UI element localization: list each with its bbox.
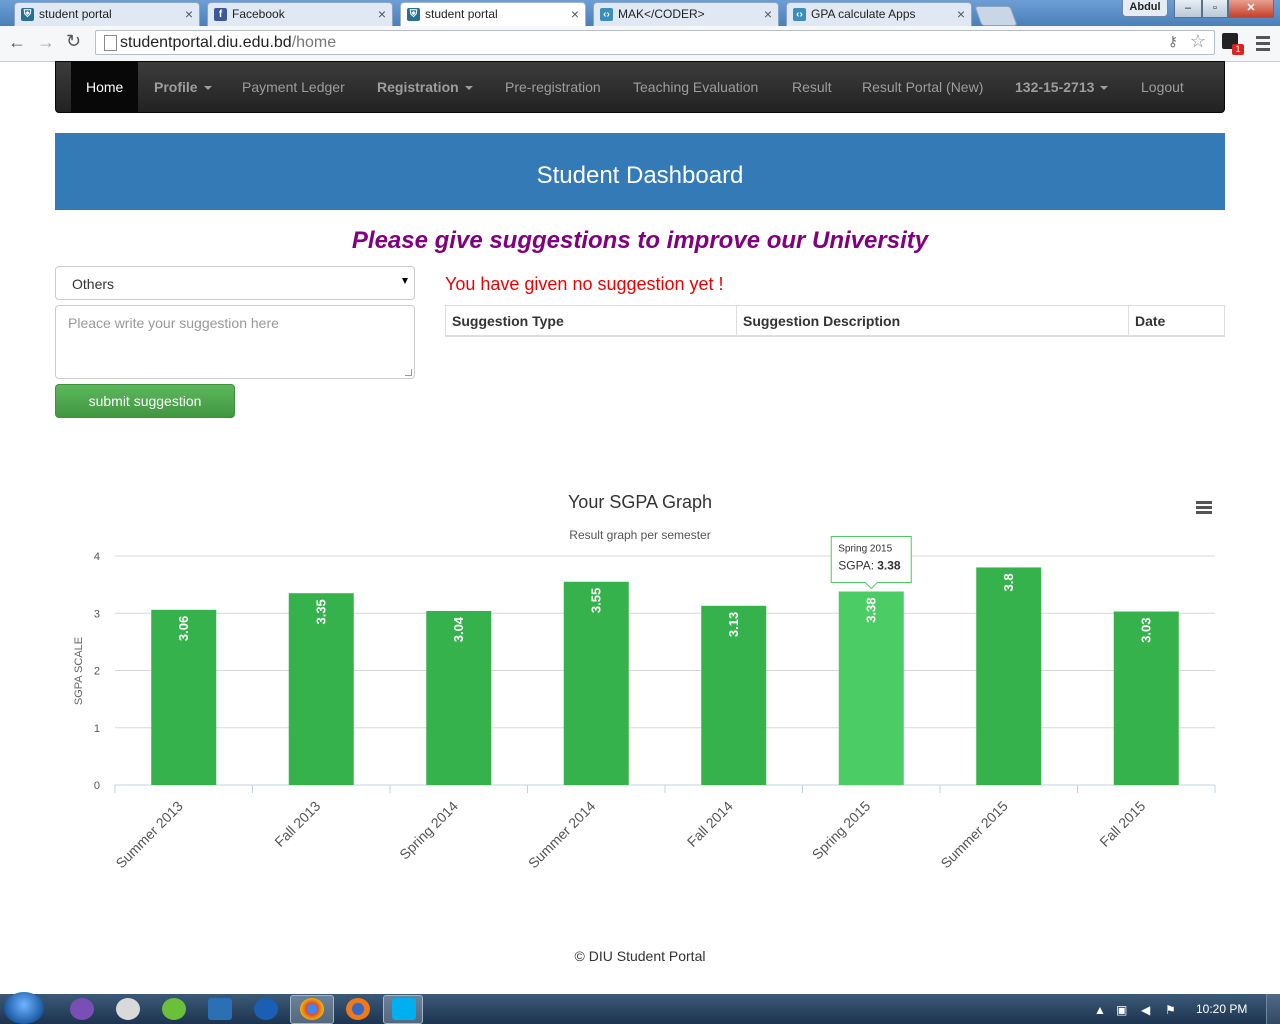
bar-data-label: 3.13	[726, 612, 741, 637]
x-tick-label: Summer 2015	[937, 798, 1011, 872]
volume-icon[interactable]: ◀	[1141, 1003, 1150, 1017]
y-tick-label: 2	[94, 666, 100, 678]
taskbar-app-icon[interactable]	[254, 998, 278, 1020]
taskbar-app-icon[interactable]	[70, 998, 94, 1020]
tooltip-value: 3.38	[877, 558, 901, 572]
footer-text: © DIU Student Portal	[574, 948, 706, 964]
chrome-icon[interactable]	[300, 998, 324, 1020]
bar[interactable]	[976, 567, 1042, 785]
x-tick-label: Spring 2015	[809, 798, 874, 863]
y-tick-label: 0	[94, 780, 100, 792]
bar-data-label: 3.38	[863, 597, 878, 622]
y-tick-label: 3	[94, 608, 100, 620]
y-tick-label: 4	[94, 551, 100, 563]
x-tick-label: Fall 2015	[1096, 798, 1148, 850]
tooltip-category: Spring 2015	[838, 543, 892, 554]
y-tick-label: 1	[94, 723, 100, 735]
bar-data-label: 3.35	[313, 599, 328, 624]
x-tick-label: Spring 2014	[396, 798, 461, 863]
windows-taskbar	[0, 994, 1280, 1024]
firefox-icon[interactable]	[346, 998, 370, 1020]
bar-data-label: 3.04	[451, 616, 466, 642]
skype-icon[interactable]	[392, 998, 416, 1020]
flag-icon[interactable]: ⚑	[1165, 1003, 1176, 1017]
bar-data-label: 3.8	[1001, 573, 1016, 591]
taskbar-app-icon[interactable]	[208, 998, 232, 1020]
taskbar-search-icon[interactable]	[116, 998, 140, 1020]
x-tick-label: Summer 2013	[112, 798, 186, 872]
windows-start-button[interactable]	[4, 992, 44, 1024]
x-tick-label: Fall 2013	[271, 798, 323, 850]
sgpa-chart: 0 1 2 3 4 SGPA SCALE 3.06 Summer 2013 3.35 Fall 2…	[73, 535, 1216, 872]
show-desktop-button[interactable]	[1266, 994, 1280, 1024]
x-tick-label: Fall 2014	[684, 798, 736, 850]
network-icon[interactable]: ▣	[1116, 1003, 1127, 1017]
tray-arrow-icon[interactable]: ▲	[1094, 1003, 1106, 1017]
y-axis-label: SGPA SCALE	[73, 637, 85, 705]
bar-data-label: 3.55	[588, 588, 603, 613]
tooltip-series-label: SGPA:	[838, 558, 874, 572]
bar-data-label: 3.06	[176, 616, 191, 641]
taskbar-clock[interactable]: 10:20 PM	[1196, 1002, 1247, 1016]
bar-data-label: 3.03	[1138, 618, 1153, 643]
x-tick-label: Summer 2014	[525, 798, 599, 872]
taskbar-app-icon[interactable]	[162, 998, 186, 1020]
